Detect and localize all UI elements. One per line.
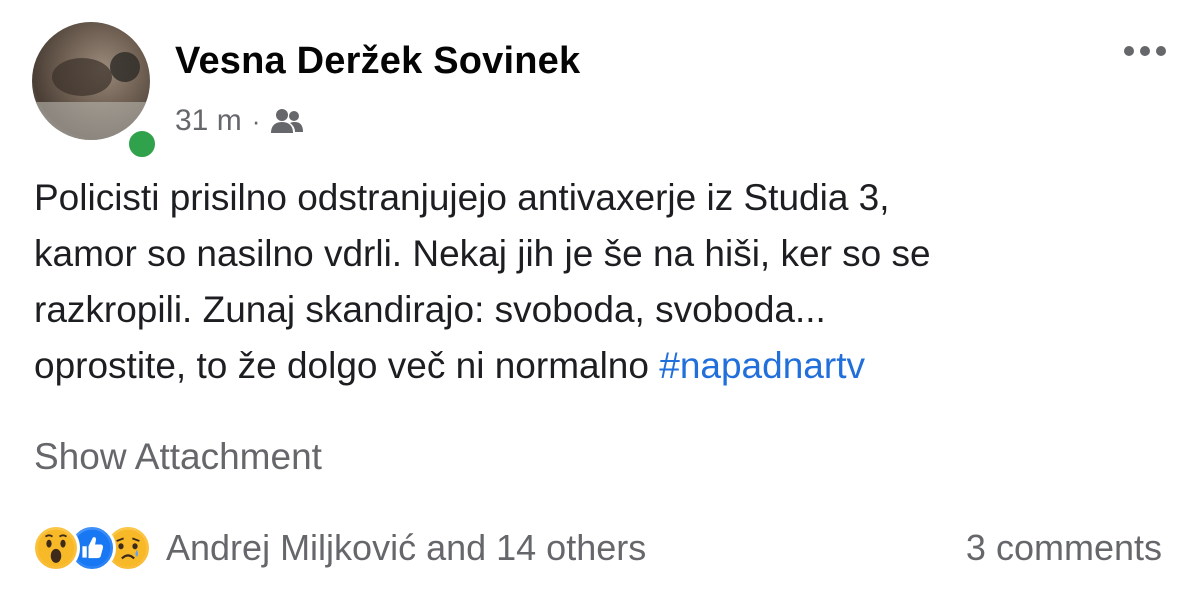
wow-reaction-icon — [32, 524, 80, 572]
post-text-line: Policisti prisilno odstranjujejo antivax… — [34, 177, 890, 218]
reactions-summary[interactable]: Andrej Miljković and 14 others — [32, 524, 646, 572]
meta-separator: · — [251, 105, 261, 136]
post-timestamp[interactable]: 31 m — [175, 104, 242, 138]
show-attachment-link[interactable]: Show Attachment — [34, 436, 322, 478]
post-text: Policisti prisilno odstranjujejo antivax… — [34, 170, 1154, 394]
post-text-line: oprostite, to že dolgo več ni normalno — [34, 345, 660, 386]
friends-icon[interactable] — [270, 108, 304, 134]
author-name[interactable]: Vesna Deržek Sovinek — [175, 40, 580, 83]
post-text-line: razkropili. Zunaj skandirajo: svoboda, s… — [34, 289, 826, 330]
reaction-summary-text[interactable]: Andrej Miljković and 14 others — [166, 527, 646, 569]
post-text-line: kamor so nasilno vdrli. Nekaj jih je še … — [34, 233, 931, 274]
author-avatar-wrap[interactable] — [32, 22, 160, 162]
avatar[interactable] — [32, 22, 150, 140]
hashtag-link[interactable]: #napadnartv — [659, 345, 865, 386]
more-options-icon[interactable] — [1124, 46, 1166, 56]
post-meta: 31 m · — [175, 104, 304, 138]
comments-count-link[interactable]: 3 comments — [966, 527, 1162, 569]
online-status-indicator — [124, 126, 160, 162]
